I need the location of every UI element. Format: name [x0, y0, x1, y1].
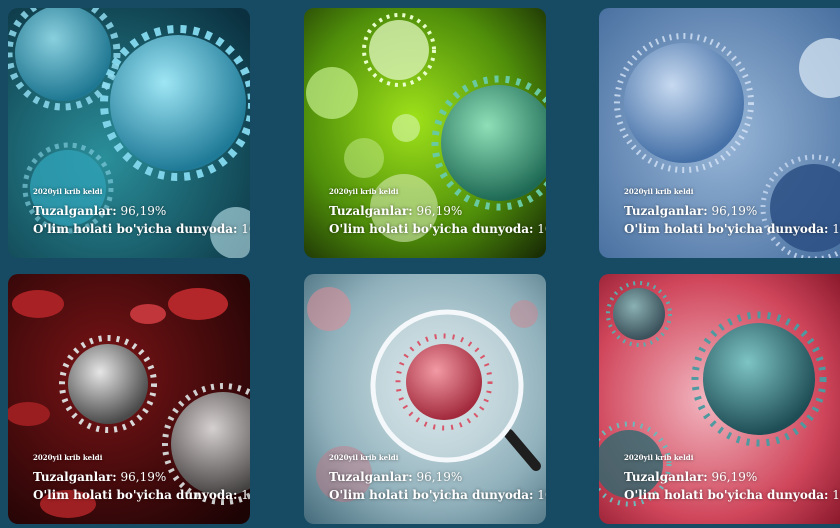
deaths-label: O'lim holati bo'yicha dunyoda: [329, 222, 534, 236]
card-year: 2020yil krib keldi [33, 187, 103, 196]
card-info: 2020yil krib keldi Tuzalganlar: 96,19% O… [329, 453, 546, 504]
deaths-value: 107 [241, 488, 250, 502]
card-info: 2020yil krib keldi Tuzalganlar: 96,19% O… [624, 453, 840, 504]
card-year: 2020yil krib keldi [624, 187, 694, 196]
deaths-label: O'lim holati bo'yicha dunyoda: [33, 222, 238, 236]
card-year: 2020yil krib keldi [329, 187, 399, 196]
recovered-value: 96,19% [711, 204, 758, 218]
deaths-label: O'lim holati bo'yicha dunyoda: [33, 488, 238, 502]
recovered-label: Tuzalganlar: [329, 204, 413, 218]
deaths-value: 107 [832, 488, 840, 502]
virus-card[interactable]: 2020yil krib keldi Tuzalganlar: 96,19% O… [8, 274, 250, 524]
card-info: 2020yil krib keldi Tuzalganlar: 96,19% O… [624, 187, 840, 238]
virus-card[interactable]: 2020yil krib keldi Tuzalganlar: 96,19% O… [8, 8, 250, 258]
recovered-label: Tuzalganlar: [624, 204, 708, 218]
deaths-value: 107 [537, 222, 546, 236]
recovered-label: Tuzalganlar: [624, 470, 708, 484]
card-year: 2020yil krib keldi [33, 453, 103, 462]
recovered-label: Tuzalganlar: [33, 470, 117, 484]
recovered-label: Tuzalganlar: [329, 470, 413, 484]
recovered-label: Tuzalganlar: [33, 204, 117, 218]
card-year: 2020yil krib keldi [329, 453, 399, 462]
deaths-label: O'lim holati bo'yicha dunyoda: [329, 488, 534, 502]
card-year: 2020yil krib keldi [624, 453, 694, 462]
card-info: 2020yil krib keldi Tuzalganlar: 96,19% O… [33, 187, 250, 238]
deaths-value: 107 [832, 222, 840, 236]
deaths-label: O'lim holati bo'yicha dunyoda: [624, 488, 829, 502]
recovered-value: 96,19% [120, 470, 167, 484]
virus-card[interactable]: 2020yil krib keldi Tuzalganlar: 96,19% O… [304, 274, 546, 524]
virus-card[interactable]: 2020yil krib keldi Tuzalganlar: 96,19% O… [304, 8, 546, 258]
recovered-value: 96,19% [416, 470, 463, 484]
virus-card[interactable]: 2020yil krib keldi Tuzalganlar: 96,19% O… [599, 274, 840, 524]
recovered-value: 96,19% [120, 204, 167, 218]
deaths-value: 107 [241, 222, 250, 236]
card-info: 2020yil krib keldi Tuzalganlar: 96,19% O… [33, 453, 250, 504]
deaths-value: 107 [537, 488, 546, 502]
deaths-label: O'lim holati bo'yicha dunyoda: [624, 222, 829, 236]
virus-card[interactable]: 2020yil krib keldi Tuzalganlar: 96,19% O… [599, 8, 840, 258]
card-info: 2020yil krib keldi Tuzalganlar: 96,19% O… [329, 187, 546, 238]
recovered-value: 96,19% [711, 470, 758, 484]
recovered-value: 96,19% [416, 204, 463, 218]
